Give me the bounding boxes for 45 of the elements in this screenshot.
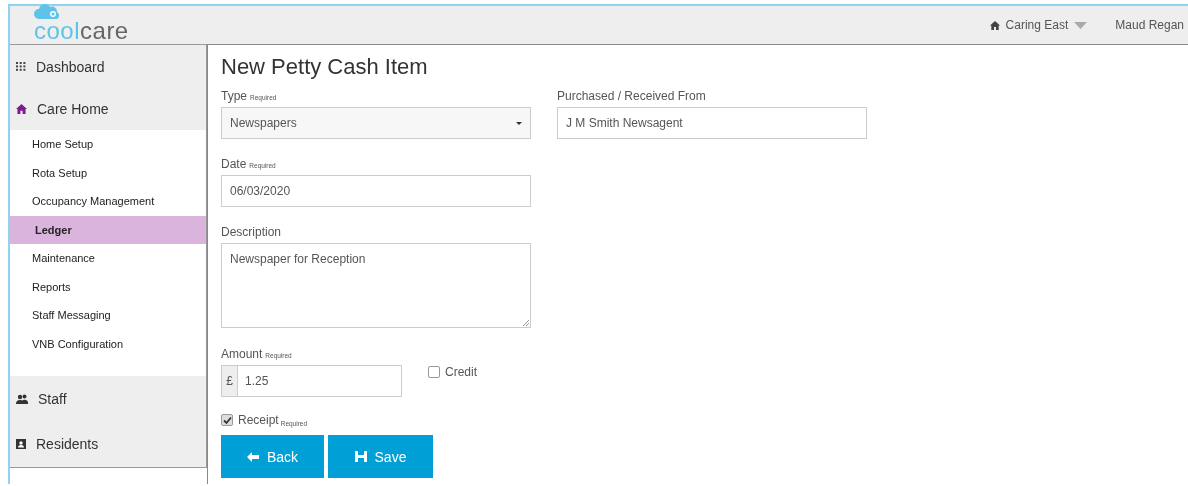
checkbox-label: Receipt: [238, 413, 279, 427]
description-field[interactable]: Newspaper for Reception: [221, 243, 531, 328]
user-name[interactable]: Maud Regan: [1115, 18, 1184, 32]
type-select[interactable]: Newspapers: [221, 107, 531, 139]
sidebar-subitem[interactable]: Home Setup: [10, 130, 206, 159]
field-label: Description: [221, 225, 282, 239]
sidebar-subitem[interactable]: Ledger: [10, 215, 206, 244]
caret-icon: [516, 121, 522, 125]
date-field[interactable]: 06/03/2020: [221, 175, 531, 207]
amount-field[interactable]: £ 1.25: [221, 365, 402, 397]
sidebar-item[interactable]: Care Home: [10, 88, 206, 130]
sidebar-subitem[interactable]: Reports: [10, 272, 206, 301]
sidebar-item[interactable]: Residents: [10, 421, 206, 467]
sidebar-item-label: Staff: [38, 390, 67, 407]
sidebar-item-label: Care Home: [37, 101, 109, 117]
field-label: Date: [221, 157, 247, 171]
field-label: Purchased / Received From: [557, 89, 706, 103]
home-icon: [16, 104, 27, 114]
sidebar-subitem[interactable]: Occupancy Management: [10, 187, 206, 216]
arrow-left-icon: [246, 451, 259, 462]
location-dropdown[interactable]: Caring East: [1005, 18, 1069, 32]
sidebar-subitem[interactable]: VNB Configuration: [10, 329, 206, 358]
checkbox[interactable]: [221, 414, 233, 426]
sidebar-item[interactable]: Dashboard: [10, 45, 206, 88]
grid-icon: [16, 62, 26, 71]
field-label: Amount: [221, 347, 263, 361]
id-card-icon: [16, 439, 26, 449]
checkbox-label: Credit: [445, 365, 477, 379]
purchased-from-field[interactable]: J M Smith Newsagent: [557, 107, 867, 139]
checkbox[interactable]: [428, 366, 440, 378]
sidebar-item-label: Residents: [36, 436, 99, 452]
sidebar-subitem[interactable]: Staff Messaging: [10, 301, 206, 330]
sidebar-item[interactable]: Staff: [10, 376, 206, 421]
sidebar-subitem[interactable]: Maintenance: [10, 244, 206, 273]
cloud-icon: [34, 4, 62, 20]
logo-text: coolcare: [34, 20, 129, 42]
field-label: Type: [221, 89, 247, 103]
caret-icon[interactable]: [1074, 21, 1088, 29]
save-icon: [354, 451, 367, 462]
sidebar-item-label: Dashboard: [36, 58, 105, 75]
page-title: New Petty Cash Item: [221, 54, 429, 80]
users-icon: [16, 393, 28, 404]
resize-grip-icon[interactable]: [522, 319, 529, 326]
sidebar-subitem[interactable]: Rota Setup: [10, 158, 206, 187]
home-icon: [989, 20, 1000, 30]
